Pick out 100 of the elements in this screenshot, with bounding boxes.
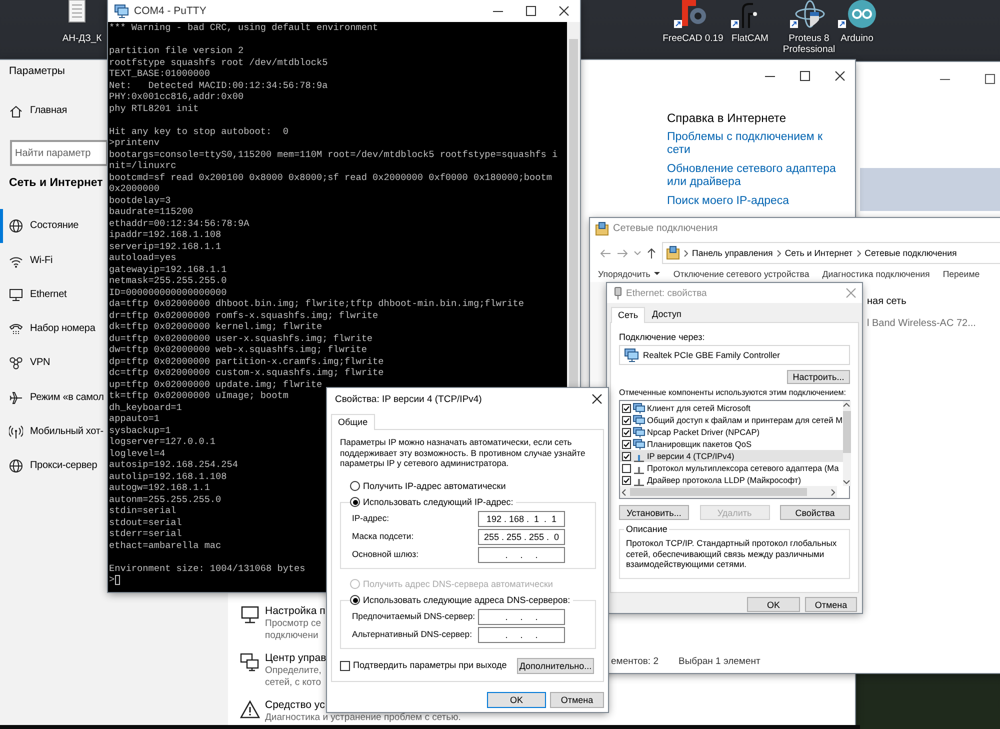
monitor-icon[interactable] [240,606,260,625]
install-button[interactable]: Установить... [619,505,689,520]
help-link[interactable]: Поиск моего IP-адреса [667,195,847,208]
cancel-button[interactable]: Отмена [550,692,604,708]
disable-device-button[interactable]: Отключение сетевого устройства [673,268,810,280]
configure-button[interactable]: Настроить... [787,370,850,384]
ok-button[interactable]: OK [747,597,800,612]
terminal-line: TEXT_BASE:01000000 [109,68,210,80]
scroll-up-icon[interactable] [843,403,850,407]
close-icon[interactable] [592,394,602,404]
terminal-line: phy RTL8201 init [109,102,199,114]
radio-option[interactable]: Использовать следующие адреса DNS-серверов: [350,594,574,606]
terminal-line: dp=tftp 0x02000000 partition-x.cramfs.img;flwrite [109,356,384,367]
address-bar[interactable]: Панель управления Сеть и Интернет Сетевые подключения [662,242,1000,264]
nav-item[interactable]: Состояние [0,209,79,244]
radio-button[interactable] [350,481,360,491]
component-item[interactable]: Протокол мультиплексора сетевого адаптера (Ма [620,462,842,474]
diagnose-button[interactable]: Диагностика подключения [822,268,930,280]
radio-button[interactable] [350,497,360,507]
scroll-left-icon[interactable] [622,488,626,496]
component-item[interactable]: Планировщик пакетов QoS [620,438,842,450]
terminal-line: Hit any key to stop autoboot: 0 [109,126,288,137]
breadcrumb-link[interactable]: Сетевые подключения [864,248,957,258]
checkbox[interactable] [622,428,631,436]
link-title[interactable]: Настройка п [265,604,326,618]
help-link[interactable]: Обновление сетевого адаптера или драйвера [667,163,847,190]
infinity-icon[interactable] [838,0,876,30]
rename-button[interactable]: Переиме [942,268,980,280]
organize-menu[interactable]: Упорядочить [598,268,660,280]
terminal-line: PHY:0x001cc816,addr:0x00 [109,91,244,102]
computers-icon[interactable] [114,4,129,18]
checkbox-option[interactable]: Подтвердить параметры при выходе [340,660,507,671]
checkbox[interactable] [622,404,631,412]
checkbox[interactable] [622,476,631,484]
close-icon[interactable] [835,71,845,81]
nav-item[interactable]: Wi-Fi [0,243,53,278]
breadcrumb-link[interactable]: Сеть и Интернет [784,248,853,258]
maximize-icon[interactable] [985,74,995,84]
chevron-down-icon[interactable] [634,251,641,255]
component-item[interactable]: Общий доступ к файлам и принтерам для сетей M [620,414,842,426]
close-icon[interactable] [559,6,569,16]
minimize-icon[interactable] [940,78,950,80]
ok-button[interactable]: OK [487,692,546,708]
tab[interactable]: Общие [331,414,375,430]
ip-field[interactable]: 192 . 168 . 1 . 1 [478,510,565,526]
nav-item[interactable]: Ethernet [0,278,67,312]
ip-field[interactable]: . . . [478,626,565,642]
nav-item[interactable]: Набор номера [0,312,96,346]
checkbox[interactable] [340,660,350,670]
terminal-line: da=tftp 0x02000000 dhboot.bin.img; flwrite;tftp dhboot-min.bin.img;flwrite [109,298,524,310]
status-text: Выбран 1 элемент [678,656,760,668]
component-item[interactable]: Драйвер протокола LLDP (Майкрософт) [620,474,842,486]
help-link[interactable]: Проблемы с подключением к сети [667,131,847,158]
checkbox[interactable] [622,440,631,448]
scrollbar-thumb[interactable] [630,488,807,496]
terminal-line: du=tftp 0x02000000 user-x.squashfs.img; flwrite [109,332,373,344]
scroll-right-icon[interactable] [831,488,835,496]
terminal-line: bootcmd=sf read 0x200100 0x8000 0x8000;sf read 0x2000000 0xf0000 0x180000;bootm [109,172,552,183]
search-field[interactable]: Найти параметр [10,140,108,166]
nav-item[interactable]: Прокси-сервер [0,449,98,484]
scrollbar-thumb[interactable] [842,411,850,453]
icon-label: FreeCAD 0.19 [662,33,724,44]
breadcrumb-link[interactable]: Панель управления [692,248,773,258]
terminal-line: ID=000000000000000000 [109,286,227,298]
nav-item[interactable]: Режим «в самол [0,380,104,415]
nav-item[interactable]: VPN [0,346,50,381]
checkbox[interactable] [622,452,631,460]
ip-field[interactable]: 255 . 255 . 255 . 0 [478,528,565,544]
cancel-button[interactable]: Отмена [805,597,857,612]
advanced-button[interactable]: Дополнительно... [517,658,594,674]
warning-icon[interactable] [240,700,260,719]
connection-name[interactable]: ная сеть [867,296,976,308]
nav-item[interactable]: Главная [0,94,68,128]
minimize-icon[interactable] [493,10,503,12]
maximize-icon[interactable] [526,6,536,16]
group-title: Описание [624,524,670,535]
description-text: подключени [265,630,320,642]
component-item[interactable]: Клиент для сетей Microsoft [620,402,842,414]
maximize-icon[interactable] [800,71,810,81]
link-title[interactable]: Центр управ [265,651,326,665]
component-item[interactable]: Npcap Packet Driver (NPCAP) [620,426,842,438]
computers-icon[interactable] [240,653,260,672]
component-item[interactable]: IP версии 4 (TCP/IPv4) [620,450,842,462]
nav-item[interactable]: Мобильный хот- [0,414,104,450]
up-arrow-icon[interactable] [647,248,656,258]
properties-button[interactable]: Свойства [780,505,850,520]
checkbox[interactable] [622,464,631,472]
checkbox[interactable] [622,416,631,424]
scroll-down-icon[interactable] [843,480,850,484]
terminal-line: ethact=ambarella mac [109,540,222,551]
ip-field[interactable]: . . . [478,608,565,624]
field-label: Маска подсети: [352,531,414,542]
tab[interactable]: Сеть [611,307,646,323]
forward-arrow-icon[interactable] [617,248,628,258]
radio-option[interactable]: Использовать следующий IP-адрес: [350,496,516,508]
terminal-line: appauto=1 [109,413,160,424]
ip-field[interactable]: . . . [478,546,565,562]
radio-button[interactable] [350,595,360,605]
window-title: Свойства: IP версии 4 (TCP/IPv4) [335,394,482,404]
back-arrow-icon[interactable] [600,248,611,258]
